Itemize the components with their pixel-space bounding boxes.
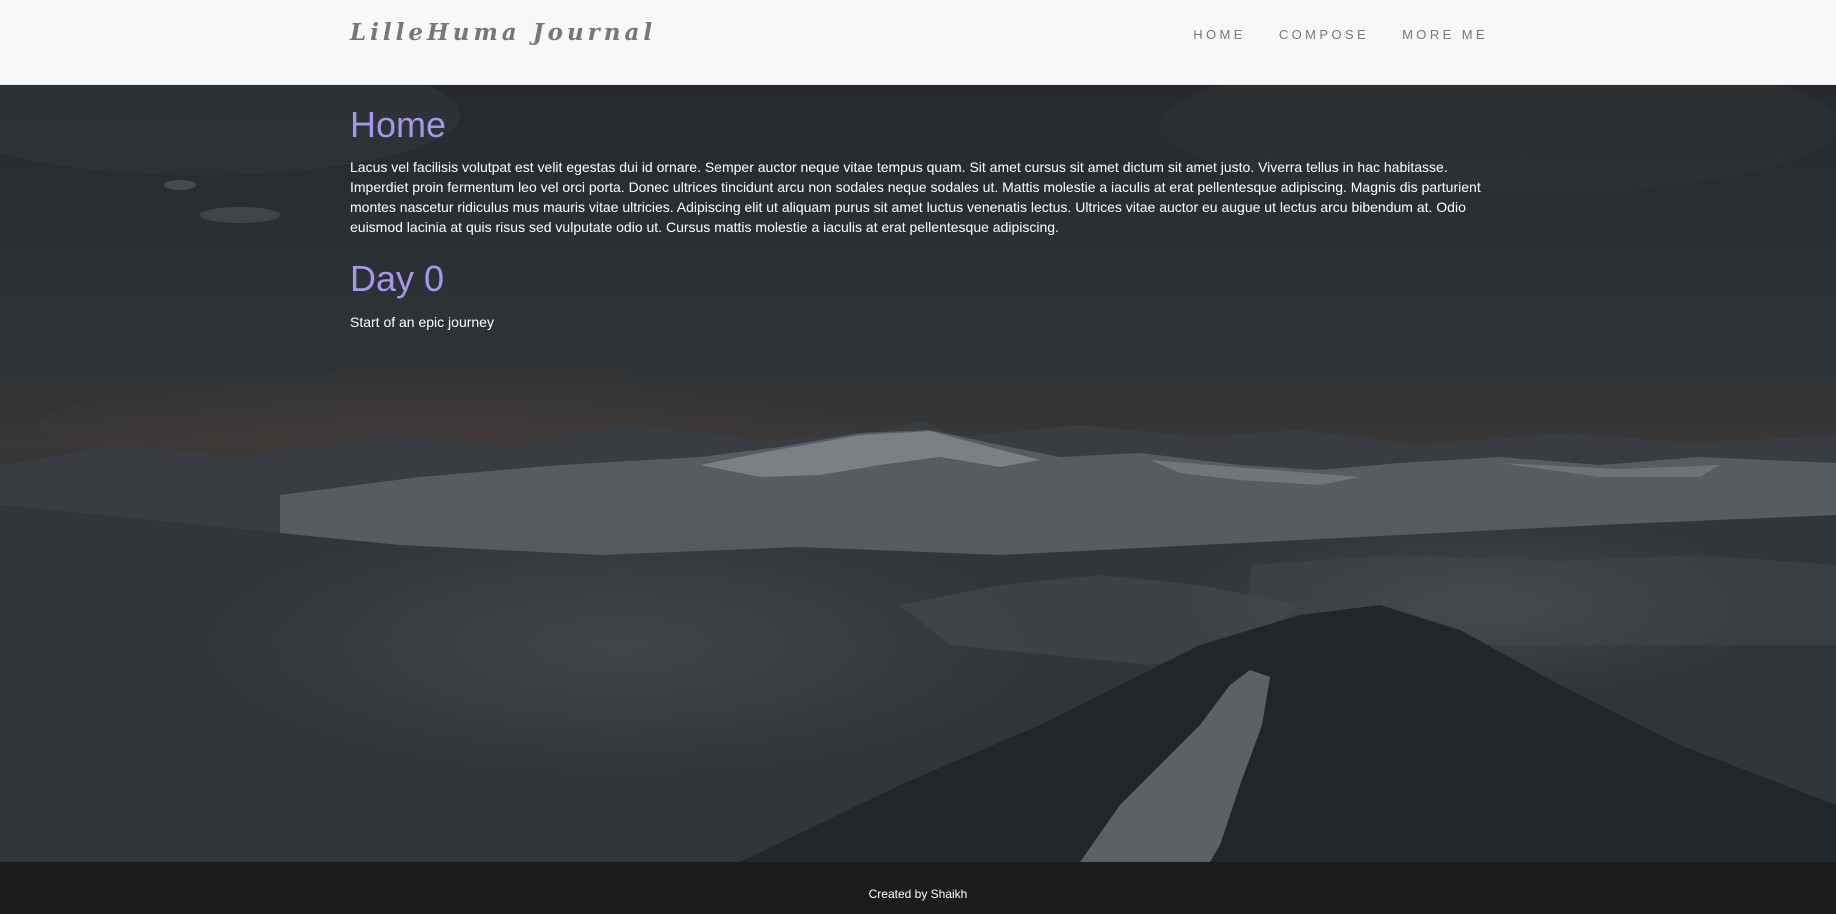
post-body-text: Start of an epic journey bbox=[350, 314, 494, 330]
footer: Created by Shaikh bbox=[0, 862, 1836, 914]
nav-home-link[interactable]: HOME bbox=[1193, 27, 1246, 43]
nav-compose-link[interactable]: COMPOSE bbox=[1279, 27, 1369, 43]
brand-logo-link[interactable]: LilleHuma Journal bbox=[350, 19, 656, 46]
home-section: Home Lacus vel facilisis volutpat est ve… bbox=[350, 105, 1486, 237]
nav-more-me-link[interactable]: MORE ME bbox=[1402, 27, 1488, 43]
navbar: LilleHuma Journal HOME COMPOSE MORE ME bbox=[0, 0, 1836, 85]
home-title: Home bbox=[350, 104, 447, 145]
footer-credit-text: Created by Shaikh bbox=[868, 887, 968, 901]
home-body-text: Lacus vel facilisis volutpat est velit e… bbox=[350, 159, 1481, 235]
main-content: Home Lacus vel facilisis volutpat est ve… bbox=[350, 85, 1486, 332]
post-day-0: Day 0 Start of an epic journey bbox=[350, 259, 1486, 332]
nav-links: HOME COMPOSE MORE ME bbox=[1160, 27, 1488, 43]
post-title: Day 0 bbox=[350, 258, 445, 299]
